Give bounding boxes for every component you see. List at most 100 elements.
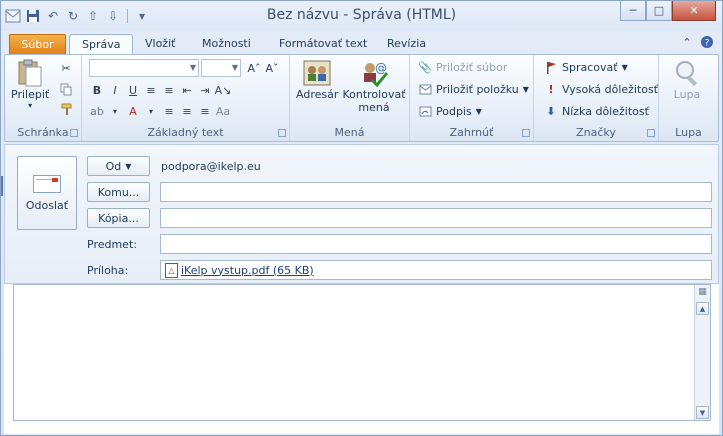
tab-insert[interactable]: Vložiť xyxy=(133,34,187,55)
from-button[interactable]: Od ▼ xyxy=(87,156,150,176)
cut-icon[interactable]: ✂ xyxy=(59,61,73,75)
align-right-icon[interactable]: ≡ xyxy=(197,103,213,119)
cc-field[interactable] xyxy=(160,208,712,228)
ribbon-tabs: Súbor Správa Vložiť Možnosti Formátovať … xyxy=(1,31,722,55)
increase-indent-icon[interactable]: ⇥ xyxy=(197,82,213,98)
collapse-ribbon-icon[interactable]: ⌃ xyxy=(680,35,694,49)
compose-area: Odoslať Od ▼ podpora@ikelp.eu Komu... Kó… xyxy=(4,144,719,434)
scroll-up-icon[interactable]: ▲ xyxy=(696,302,709,315)
follow-up-button[interactable]: Spracovať ▼ xyxy=(544,60,628,74)
attach-item-button[interactable]: Priložiť položku ▼ xyxy=(418,82,529,96)
maximize-icon[interactable]: □ xyxy=(646,1,672,21)
chevron-down-icon: ▼ xyxy=(475,106,482,116)
minimize-icon[interactable]: ─ xyxy=(620,1,646,21)
group-names: Adresár @ Kontrolovať mená Mená xyxy=(290,55,410,141)
cc-button-label: Kópia... xyxy=(98,211,139,225)
zoom-button[interactable]: Lupa xyxy=(672,58,702,101)
chevron-down-icon: ▼ xyxy=(522,84,529,94)
font-color-dropdown-icon[interactable]: ▾ xyxy=(143,103,159,119)
pdf-icon: △ xyxy=(165,262,178,278)
bullets-icon[interactable]: ≡ xyxy=(143,82,159,98)
magnifier-icon xyxy=(672,58,702,88)
attachment-label: Príloha: xyxy=(87,264,129,277)
send-label: Odoslať xyxy=(25,198,69,212)
align-center-icon[interactable]: ≡ xyxy=(179,103,195,119)
tab-review[interactable]: Revízia xyxy=(375,34,438,55)
tags-group-label: Značky xyxy=(576,126,616,139)
font-name-combo[interactable]: ▼ xyxy=(89,59,199,77)
help-icon[interactable]: ? xyxy=(700,35,714,49)
from-button-label: Od xyxy=(105,159,122,173)
signature-button[interactable]: Podpis ▼ xyxy=(418,104,482,118)
high-importance-button[interactable]: ! Vysoká dôležitosť xyxy=(544,82,658,96)
styles-icon[interactable]: Aa xyxy=(215,103,231,119)
align-left-icon[interactable]: ≡ xyxy=(161,103,177,119)
address-book-button[interactable]: Adresár xyxy=(296,58,338,101)
basic-text-launcher-icon[interactable] xyxy=(278,129,286,137)
to-button[interactable]: Komu... xyxy=(87,182,150,202)
highlight-dropdown-icon[interactable]: ▾ xyxy=(107,103,123,119)
envelope-icon xyxy=(33,174,61,193)
font-size-combo[interactable]: ▼ xyxy=(201,59,241,77)
include-launcher-icon[interactable] xyxy=(522,129,530,137)
zoom-group-label: Lupa xyxy=(675,126,702,139)
numbering-icon[interactable]: ≡ xyxy=(161,82,177,98)
check-names-button[interactable]: @ Kontrolovať mená xyxy=(342,58,406,114)
group-clipboard: Prilepiť ▾ ✂ Schránka xyxy=(5,55,82,141)
tab-file[interactable]: Súbor xyxy=(9,34,66,55)
paperclip-icon: 📎 xyxy=(418,60,432,74)
chevron-down-icon: ▼ xyxy=(231,63,238,72)
paste-dropdown-icon[interactable]: ▾ xyxy=(28,101,32,110)
bold-icon[interactable]: B xyxy=(89,82,105,98)
basic-text-group-label: Základný text xyxy=(147,126,224,139)
attachment-field[interactable]: △ iKelp vystup.pdf (65 KB) xyxy=(160,260,712,280)
paste-button[interactable]: Prilepiť ▾ xyxy=(11,58,49,110)
attachment-link[interactable]: iKelp vystup.pdf (65 KB) xyxy=(181,264,314,277)
clipboard-launcher-icon[interactable] xyxy=(70,129,78,137)
paste-icon xyxy=(15,58,45,88)
tab-message[interactable]: Správa xyxy=(69,34,134,55)
cc-button[interactable]: Kópia... xyxy=(87,208,150,228)
signature-label: Podpis xyxy=(436,104,472,118)
to-field[interactable] xyxy=(160,182,712,202)
underline-icon[interactable]: U xyxy=(125,82,141,98)
vertical-scrollbar[interactable]: ▦ ▲ ▼ xyxy=(694,285,710,420)
ruler-icon[interactable]: ▦ xyxy=(696,286,709,298)
check-names-label: Kontrolovať mená xyxy=(342,88,406,114)
format-painter-icon[interactable] xyxy=(59,102,73,116)
group-basic-text: ▼ ▼ Aˆ Aˇ B I U ≡ ≡ ⇤ ⇥ A↘ ab ▾ A ▾ ≡ ≡ … xyxy=(82,55,290,141)
highlight-icon[interactable]: ab xyxy=(89,103,105,119)
chevron-down-icon: ▼ xyxy=(125,161,132,171)
low-importance-label: Nízka dôležitosť xyxy=(562,104,649,118)
tags-launcher-icon[interactable] xyxy=(647,129,655,137)
svg-text:?: ? xyxy=(705,39,710,49)
attach-item-icon xyxy=(418,82,432,96)
group-zoom: Lupa Lupa xyxy=(659,55,718,141)
down-arrow-icon: ⬇ xyxy=(546,104,556,118)
font-size-controls: Aˆ Aˇ xyxy=(246,60,280,76)
font-color-icon[interactable]: A xyxy=(125,103,141,119)
attach-item-label: Priložiť položku xyxy=(436,82,519,96)
message-body[interactable]: ▦ ▲ ▼ xyxy=(13,284,711,421)
copy-icon[interactable] xyxy=(59,82,73,96)
grow-font-icon[interactable]: Aˆ xyxy=(246,60,262,76)
address-book-label: Adresár xyxy=(296,88,339,101)
format-row-1: B I U ≡ ≡ ⇤ ⇥ A↘ xyxy=(89,82,232,98)
header-fields: Odoslať Od ▼ podpora@ikelp.eu Komu... Kó… xyxy=(4,144,719,284)
subject-field[interactable] xyxy=(160,234,712,254)
attach-file-button[interactable]: 📎 Priložiť súbor xyxy=(418,60,507,74)
tab-format-text[interactable]: Formátovať text xyxy=(267,34,379,55)
send-button[interactable]: Odoslať xyxy=(17,156,77,230)
clear-formatting-icon[interactable]: A↘ xyxy=(215,82,232,98)
subject-label: Predmet: xyxy=(87,238,137,251)
decrease-indent-icon[interactable]: ⇤ xyxy=(179,82,195,98)
shrink-font-icon[interactable]: Aˇ xyxy=(264,60,280,76)
close-icon[interactable]: ✕ xyxy=(672,1,716,21)
tab-bar-icons: ⌃ ? xyxy=(680,35,714,49)
italic-icon[interactable]: I xyxy=(107,82,123,98)
include-group-label: Zahrnúť xyxy=(449,126,494,139)
low-importance-button[interactable]: ⬇ Nízka dôležitosť xyxy=(544,104,649,118)
high-importance-label: Vysoká dôležitosť xyxy=(562,82,659,96)
scroll-down-icon[interactable]: ▼ xyxy=(696,406,709,419)
tab-options[interactable]: Možnosti xyxy=(190,34,263,55)
